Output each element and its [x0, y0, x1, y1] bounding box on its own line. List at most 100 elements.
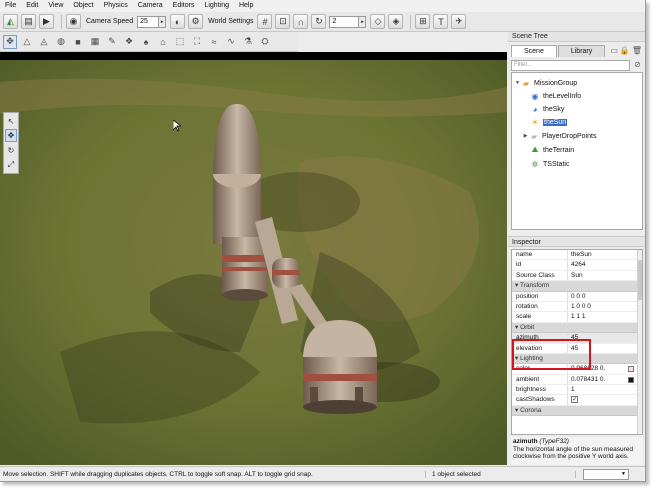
datablock-editor-icon[interactable]: ▦ — [88, 35, 102, 49]
tab-library[interactable]: Library — [557, 45, 606, 57]
sketch-tool-icon[interactable]: ■ — [71, 35, 85, 49]
cast-shadows-checkbox[interactable]: ✓ — [571, 396, 578, 404]
field-label: scale — [512, 312, 568, 322]
description-field-type: (TypeF32) — [539, 438, 569, 445]
lock-icon[interactable]: 🔒 — [620, 46, 630, 55]
play-icon[interactable]: ▶ — [39, 14, 54, 29]
road-editor-icon[interactable]: ∿ — [224, 35, 238, 49]
tree-item-tsstatic[interactable]: ✲ TSStatic — [530, 158, 570, 170]
menu-help[interactable]: Help — [234, 0, 258, 12]
camera-icon[interactable]: ◉ — [66, 14, 81, 29]
tab-scene[interactable]: Scene — [511, 45, 557, 57]
river-editor-icon[interactable]: ≈ — [207, 35, 221, 49]
filter-input[interactable]: Filter... — [511, 59, 630, 71]
field-value[interactable]: 1 — [568, 385, 642, 394]
level-info-icon: ◉ — [531, 91, 539, 101]
frame-selection-icon[interactable]: ⊞ — [415, 14, 431, 29]
rotate-tool-icon[interactable]: ↻ — [5, 144, 17, 156]
grid-icon[interactable]: # — [257, 14, 273, 29]
field-rotation: rotation 1 0 0 0 — [512, 301, 642, 313]
visibility-eye-icon[interactable]: ◐ — [170, 14, 186, 29]
field-ambient: ambient 0.078431 0. — [512, 374, 642, 386]
field-value[interactable]: 0 0 0 — [568, 292, 642, 301]
scrollbar-thumb[interactable] — [638, 260, 642, 300]
snap-size-stepper[interactable]: ▸ — [359, 15, 367, 28]
field-label: Source Class — [512, 270, 568, 281]
selection-count: 1 object selected — [426, 471, 576, 478]
snap-icon[interactable]: ⊡ — [275, 14, 291, 29]
menu-view[interactable]: View — [43, 0, 68, 12]
menu-editors[interactable]: Editors — [168, 0, 200, 12]
field-value[interactable]: 1 0 0 0 — [568, 302, 642, 311]
rotate-snap-icon[interactable]: ↻ — [311, 14, 327, 29]
wings-icon[interactable]: ✈ — [451, 14, 467, 29]
world-settings-label: World Settings — [208, 18, 254, 25]
bounds-icon[interactable]: ◈ — [388, 14, 404, 29]
navmesh-icon[interactable]: ⛶ — [190, 35, 204, 49]
main-toolbar: ◭ ▤ ▶ ◉ Camera Speed 25 ▸ ◐ ⚙ World Sett… — [0, 12, 645, 32]
clear-filter-icon[interactable]: ⊘ — [632, 60, 643, 71]
object-center-icon[interactable]: ◇ — [370, 14, 386, 29]
save-icon[interactable]: ▤ — [21, 14, 36, 29]
new-folder-icon[interactable]: ▭ — [610, 46, 618, 55]
group-orbit[interactable]: ▾ Orbit — [512, 322, 642, 334]
world-editor-icon[interactable]: ◭ — [3, 14, 18, 29]
color-swatch[interactable] — [628, 366, 634, 373]
camera-speed-stepper[interactable]: ▸ — [159, 15, 167, 28]
menu-object[interactable]: Object — [68, 0, 98, 12]
decal-editor-icon[interactable]: ❖ — [122, 35, 136, 49]
shape-editor-icon[interactable]: ⛭ — [258, 35, 272, 49]
editor-window: File Edit View Object Physics Camera Edi… — [0, 0, 646, 482]
magnet-icon[interactable]: ∩ — [293, 14, 309, 29]
field-id: id 4264 — [512, 260, 642, 271]
field-value: 4264 — [571, 261, 586, 269]
camera-speed-input[interactable]: 25 — [137, 15, 160, 28]
field-value: Sun — [571, 271, 583, 279]
status-dropdown[interactable]: ▼ — [583, 469, 629, 480]
delete-icon[interactable]: 🗑 — [632, 46, 642, 55]
menu-file[interactable]: File — [0, 0, 21, 12]
menu-physics[interactable]: Physics — [99, 0, 133, 12]
group-corona[interactable]: ▾ Corona — [512, 405, 642, 417]
expand-down-icon[interactable]: ▼ — [514, 80, 521, 86]
material-editor-icon[interactable]: ◍ — [54, 35, 68, 49]
select-arrow-icon[interactable]: ↖ — [5, 115, 17, 127]
field-value[interactable]: theSun — [568, 250, 642, 259]
3d-viewport[interactable]: ↖ ✥ ↻ ⤢ — [0, 52, 507, 465]
folder-icon: ▰ — [530, 131, 538, 141]
forest-editor-icon[interactable]: ♠ — [139, 35, 153, 49]
ambient-swatch[interactable] — [628, 376, 634, 383]
snap-size-input[interactable]: 2 — [329, 15, 360, 28]
group-label: Corona — [520, 406, 542, 414]
move-tool-icon[interactable]: ✥ — [5, 129, 17, 143]
tree-item-missiongroup[interactable]: ▼ ▰ MissionGroup — [514, 77, 577, 89]
expand-right-icon[interactable]: ▶ — [522, 133, 529, 139]
tree-item-thelevelinfo[interactable]: ◉ theLevelInfo — [530, 90, 582, 102]
field-position: position 0 0 0 — [512, 291, 642, 302]
mesh-road-icon[interactable]: ⌂ — [156, 35, 170, 49]
tree-item-thesky[interactable]: ◕ theSky — [530, 103, 565, 115]
scale-tool-icon[interactable]: ⤢ — [5, 159, 17, 171]
status-bar: Move selection. SHIFT while dragging dup… — [0, 466, 645, 481]
menu-edit[interactable]: Edit — [21, 0, 43, 12]
terrain-editor-icon[interactable]: △ — [20, 35, 34, 49]
folder-open-icon: ▰ — [522, 78, 530, 88]
world-settings-icon[interactable]: ⚙ — [188, 14, 204, 29]
field-description: azimuth (TypeF32) The horizontal angle o… — [511, 437, 643, 465]
menu-camera[interactable]: Camera — [133, 0, 168, 12]
particle-editor-icon[interactable]: ✎ — [105, 35, 119, 49]
group-transform[interactable]: ▾ Transform — [512, 281, 642, 292]
text-tool-icon[interactable]: T — [433, 14, 449, 29]
object-editor-icon[interactable]: ✥ — [3, 34, 17, 49]
gui-editor-icon[interactable]: ⚗ — [241, 35, 255, 49]
field-value[interactable]: 1 1 1 — [568, 312, 642, 321]
tree-item-playerdroppoints[interactable]: ▶ ▰ PlayerDropPoints — [522, 130, 597, 142]
field-label: name — [512, 250, 568, 260]
tree-item-label: theLevelInfo — [543, 92, 582, 100]
convex-editor-icon[interactable]: ⬚ — [173, 35, 187, 49]
tree-item-thesun[interactable]: ☀ theSun — [530, 116, 568, 128]
inspector-scrollbar[interactable] — [637, 250, 642, 434]
terrain-painter-icon[interactable]: ◬ — [37, 35, 51, 49]
menu-lighting[interactable]: Lighting — [199, 0, 234, 12]
tree-item-theterrain[interactable]: ⛰ theTerrain — [530, 144, 575, 156]
